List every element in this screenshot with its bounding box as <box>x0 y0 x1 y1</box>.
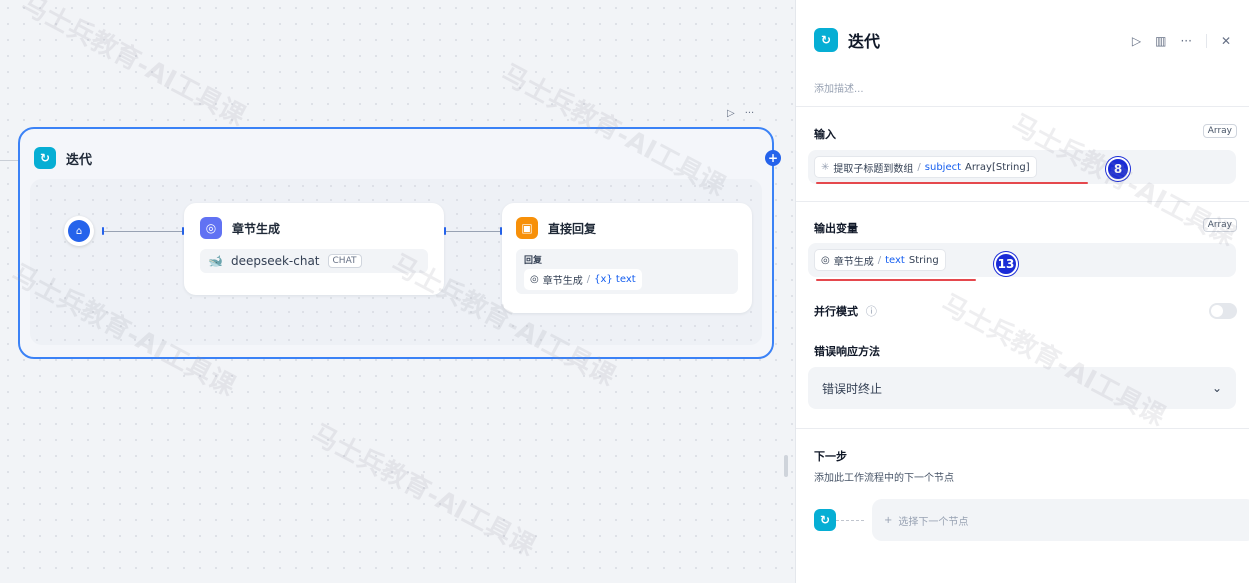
answer-icon: ▣ <box>516 217 538 239</box>
close-icon[interactable]: ✕ <box>1221 34 1231 48</box>
input-type-tag: Array <box>1202 124 1237 138</box>
next-step-connector <box>836 519 864 521</box>
home-icon: ⌂ <box>68 220 90 242</box>
node-mini-toolbar: ▷ ··· <box>727 108 754 119</box>
iteration-node[interactable]: ↻ 迭代 + ⌂ ◎ 章节生成 🐋 deepseek-chat CHAT ▣ 直… <box>18 127 781 359</box>
output-variable-field[interactable]: ◎ 章节生成 / text String <box>808 243 1236 277</box>
edge-start-to-llm <box>104 231 184 232</box>
divider <box>796 106 1249 107</box>
chevron-down-icon: ⌄ <box>1211 381 1222 395</box>
toolbar-divider <box>1205 34 1207 48</box>
reply-label: 回复 <box>524 256 543 266</box>
divider <box>796 201 1249 202</box>
iteration-start-node[interactable]: ⌂ <box>64 216 94 246</box>
error-handling-select[interactable]: 错误时终止 ⌄ <box>808 367 1236 409</box>
workflow-canvas[interactable]: ▷ ··· ↻ 迭代 + ⌂ ◎ 章节生成 🐋 deepseek-chat CH… <box>0 0 795 583</box>
plus-icon: + <box>884 514 893 526</box>
model-mode-badge: CHAT <box>327 254 362 268</box>
input-var-source: 提取子标题到数组 <box>833 163 914 175</box>
step-number-badge: 8 <box>1106 157 1130 181</box>
panel-title[interactable]: 迭代 <box>848 28 880 52</box>
next-step-row: ↻ + 选择下一个节点 <box>814 499 1249 541</box>
input-var-separator: / <box>917 161 921 173</box>
more-icon[interactable]: ··· <box>1180 34 1191 48</box>
output-label: 输出变量 <box>814 222 858 235</box>
panel-actions: ▷ ▥ ··· ✕ <box>1132 34 1231 48</box>
parallel-mode-label: 并行模式 ⓘ <box>814 303 877 319</box>
iteration-body: ⌂ ◎ 章节生成 🐋 deepseek-chat CHAT ▣ 直接回复 回复 … <box>30 179 762 345</box>
more-icon[interactable]: ··· <box>745 108 755 119</box>
output-var-separator: / <box>877 254 882 266</box>
select-next-node-label: 选择下一个节点 <box>898 516 969 528</box>
output-var-name: text <box>885 254 905 266</box>
input-var-type: Array[String] <box>965 161 1030 173</box>
llm-node[interactable]: ◎ 章节生成 🐋 deepseek-chat CHAT <box>184 203 444 295</box>
reply-content-box: 回复 ◎ 章节生成 / {x} text <box>516 249 738 294</box>
input-variable-chip[interactable]: ✳ 提取子标题到数组 / subject Array[String] <box>814 156 1037 178</box>
model-selector[interactable]: 🐋 deepseek-chat CHAT <box>200 249 428 273</box>
code-node-icon: ✳ <box>821 161 830 173</box>
input-var-name: subject <box>924 161 962 173</box>
next-step-label: 下一步 <box>814 450 847 463</box>
reply-var-source: 章节生成 <box>542 276 583 287</box>
incoming-edge <box>0 160 18 161</box>
iteration-icon: ↻ <box>814 509 836 531</box>
llm-icon: ◎ <box>821 254 830 266</box>
input-variable-field[interactable]: ✳ 提取子标题到数组 / subject Array[String] <box>808 150 1236 184</box>
panel-header: ↻ 迭代 <box>814 28 880 52</box>
edge-llm-to-answer <box>446 231 502 232</box>
parallel-mode-toggle[interactable] <box>1209 303 1237 319</box>
output-var-type: String <box>908 254 939 266</box>
node-settings-panel: ↻ 迭代 ▷ ▥ ··· ✕ 添加描述... 输入 Array ✳ 提取子标题到… <box>795 0 1249 583</box>
llm-node-title: 章节生成 <box>232 221 281 236</box>
add-node-plus-icon[interactable]: + <box>765 150 781 166</box>
play-icon[interactable]: ▷ <box>727 108 735 119</box>
iteration-icon: ↻ <box>34 147 56 169</box>
select-next-node-button[interactable]: + 选择下一个节点 <box>872 499 1249 541</box>
annotation-underline <box>816 182 1088 184</box>
llm-icon: ◎ <box>200 217 222 239</box>
reply-variable-chip: ◎ 章节生成 / {x} text <box>524 269 642 290</box>
output-type-tag: Array <box>1202 218 1237 232</box>
help-icon[interactable]: ⓘ <box>866 305 877 318</box>
answer-node[interactable]: ▣ 直接回复 回复 ◎ 章节生成 / {x} text <box>502 203 752 313</box>
input-label: 输入 <box>814 128 836 141</box>
model-name: deepseek-chat <box>230 254 320 268</box>
error-handling-value: 错误时终止 <box>822 381 883 396</box>
output-variable-chip[interactable]: ◎ 章节生成 / text String <box>814 249 946 271</box>
deepseek-icon: 🐋 <box>208 254 223 268</box>
panel-resize-handle[interactable] <box>784 455 788 477</box>
next-step-description: 添加此工作流程中的下一个节点 <box>814 473 954 484</box>
reply-var-name: {x} text <box>594 274 636 285</box>
step-number-badge: 13 <box>994 252 1018 276</box>
annotation-underline <box>816 279 976 281</box>
divider <box>796 428 1249 429</box>
answer-node-title: 直接回复 <box>548 221 597 236</box>
error-handling-label: 错误响应方法 <box>814 345 880 358</box>
output-var-source: 章节生成 <box>833 256 874 268</box>
iteration-node-header: ↻ 迭代 <box>34 147 92 169</box>
add-description-input[interactable]: 添加描述... <box>814 80 864 95</box>
split-view-icon[interactable]: ▥ <box>1155 34 1166 48</box>
iteration-icon: ↻ <box>814 28 838 52</box>
llm-icon: ◎ <box>530 274 539 285</box>
parallel-mode-text: 并行模式 <box>814 305 858 318</box>
reply-var-separator: / <box>586 274 591 285</box>
iteration-node-title: 迭代 <box>66 152 93 168</box>
play-icon[interactable]: ▷ <box>1132 34 1141 48</box>
